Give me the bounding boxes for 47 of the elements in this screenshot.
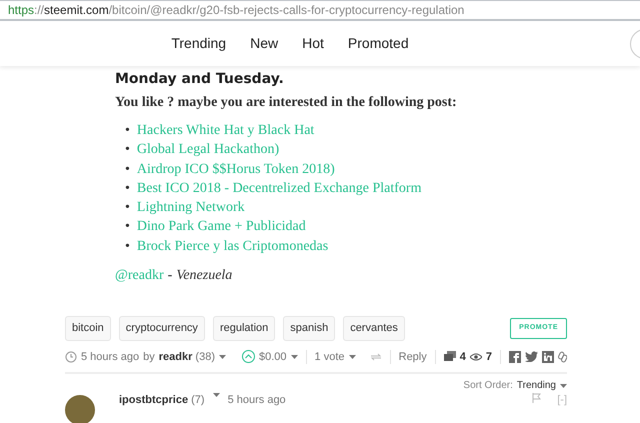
caret-icon[interactable] (560, 384, 567, 388)
nav-link[interactable]: Promoted (348, 33, 409, 54)
tag[interactable]: regulation (212, 316, 276, 341)
address-bar[interactable]: https://steemit.com/bitcoin/@readkr/g20-fsb-rejects-calls-for-cryptocurrency-regulation (8, 1, 640, 19)
votes-text[interactable]: 1 vote (314, 348, 344, 366)
comment-author[interactable]: ipostbtcprice (7) (119, 393, 205, 408)
avatar (65, 395, 95, 423)
view-count: 7 (486, 350, 492, 365)
facebook-icon[interactable] (509, 350, 521, 363)
twitter-icon[interactable] (525, 351, 538, 362)
sort-dropdown[interactable]: Trending (516, 378, 556, 394)
bullet: • (125, 122, 130, 140)
bullet: • (125, 180, 130, 198)
caret-icon[interactable] (212, 393, 220, 398)
nav-link[interactable]: New (250, 33, 278, 54)
intro-text: You like ? maybe you are interested in the following post: (115, 94, 458, 112)
tag[interactable]: cryptocurrency (118, 316, 205, 341)
bullet: • (125, 238, 130, 256)
bullet: • (125, 141, 130, 160)
author-link[interactable]: readkr (38) (158, 348, 215, 366)
comment-time: 5 hours ago (228, 393, 286, 408)
link-icon[interactable] (558, 350, 567, 363)
comments-icon (444, 351, 456, 362)
bullet: • (125, 160, 130, 179)
upvote-icon[interactable] (242, 350, 255, 364)
time-text: 5 hours ago (81, 350, 140, 365)
nav-link[interactable]: Hot (302, 33, 324, 54)
caret-icon[interactable] (290, 354, 298, 359)
bullet: • (125, 218, 130, 236)
by-text: by (143, 350, 155, 365)
comment-count: 4 (460, 350, 466, 365)
location-text: Venezuela (176, 267, 232, 286)
caret-icon[interactable] (219, 354, 226, 359)
payout-text[interactable]: $0.00 (259, 348, 287, 366)
tag[interactable]: cervantes (343, 316, 405, 341)
sort-label: Sort Order: (463, 379, 513, 394)
eye-icon (470, 352, 482, 361)
linkedin-icon[interactable] (542, 350, 554, 363)
separator-text: - (168, 267, 172, 286)
caret-icon[interactable] (348, 354, 356, 359)
nav-link[interactable]: Trending (171, 33, 226, 54)
tag[interactable]: spanish (283, 316, 336, 341)
tag[interactable]: bitcoin (65, 316, 111, 341)
bullet: • (125, 199, 130, 218)
reply-link[interactable]: Reply (398, 348, 427, 366)
clock-icon (65, 350, 77, 363)
paragraph-text: Monday and Tuesday. (115, 70, 285, 88)
